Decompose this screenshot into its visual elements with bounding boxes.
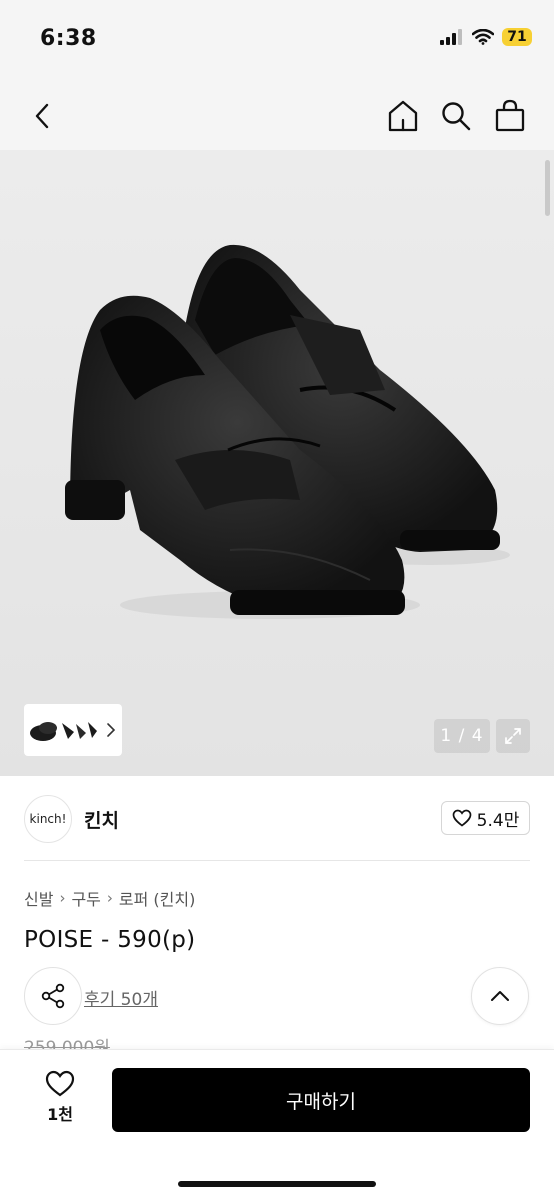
nav-bar	[0, 82, 554, 150]
home-icon	[388, 100, 418, 132]
heart-icon	[452, 809, 472, 827]
thumbnail-images	[30, 722, 97, 741]
cart-button[interactable]	[488, 94, 532, 138]
search-icon	[442, 102, 471, 131]
wishlist-count: 1천	[47, 1105, 73, 1124]
brand-like-count: 5.4만	[476, 810, 520, 831]
product-image-carousel[interactable]: 1 / 4	[0, 150, 554, 776]
brand-like-button[interactable]: 5.4만	[441, 801, 530, 835]
bottom-action-bar: 1천 구매하기	[0, 1049, 554, 1200]
buy-button[interactable]: 구매하기	[112, 1068, 530, 1132]
chevron-left-icon	[35, 103, 49, 129]
status-time: 6:38	[40, 26, 97, 51]
expand-icon	[505, 728, 521, 744]
image-counter: 1 / 4	[434, 719, 490, 753]
brand-row: kinch! 킨치 5.4만	[0, 776, 554, 861]
breadcrumb-separator-icon: ›	[59, 889, 66, 907]
chevron-right-icon	[107, 723, 116, 737]
scroll-top-button[interactable]	[471, 967, 529, 1025]
product-name: POISE - 590(p)	[24, 927, 196, 953]
wishlist-button[interactable]: 1천	[32, 1070, 88, 1130]
back-button[interactable]	[20, 94, 64, 138]
battery-indicator: 71	[502, 28, 532, 46]
divider	[24, 860, 530, 861]
home-button[interactable]	[381, 94, 425, 138]
wifi-icon	[472, 29, 494, 45]
signal-icon	[440, 29, 462, 45]
share-icon	[41, 983, 65, 1009]
breadcrumb-item-dress-shoes[interactable]: 구두	[71, 886, 100, 910]
scroll-indicator[interactable]	[545, 160, 550, 216]
share-button[interactable]	[24, 967, 82, 1025]
thumbnail-strip[interactable]	[24, 704, 122, 756]
brand-logo[interactable]: kinch!	[24, 795, 72, 843]
breadcrumb: 신발 › 구두 › 로퍼 (킨치)	[24, 886, 195, 910]
heart-icon	[45, 1070, 75, 1097]
brand-name[interactable]: 킨치	[84, 806, 119, 833]
status-icons: 71	[440, 28, 532, 46]
breadcrumb-item-shoes[interactable]: 신발	[24, 886, 53, 910]
reviews-link[interactable]: 후기 50개	[84, 985, 158, 1010]
breadcrumb-separator-icon: ›	[106, 889, 113, 907]
status-bar: 6:38 71	[0, 0, 554, 82]
product-image	[65, 244, 510, 619]
expand-button[interactable]	[496, 719, 530, 753]
home-indicator	[178, 1181, 376, 1187]
breadcrumb-item-loafers[interactable]: 로퍼 (킨치)	[119, 886, 195, 910]
shopping-bag-icon	[495, 99, 525, 132]
search-button[interactable]	[434, 94, 478, 138]
chevron-up-icon	[491, 991, 509, 1001]
